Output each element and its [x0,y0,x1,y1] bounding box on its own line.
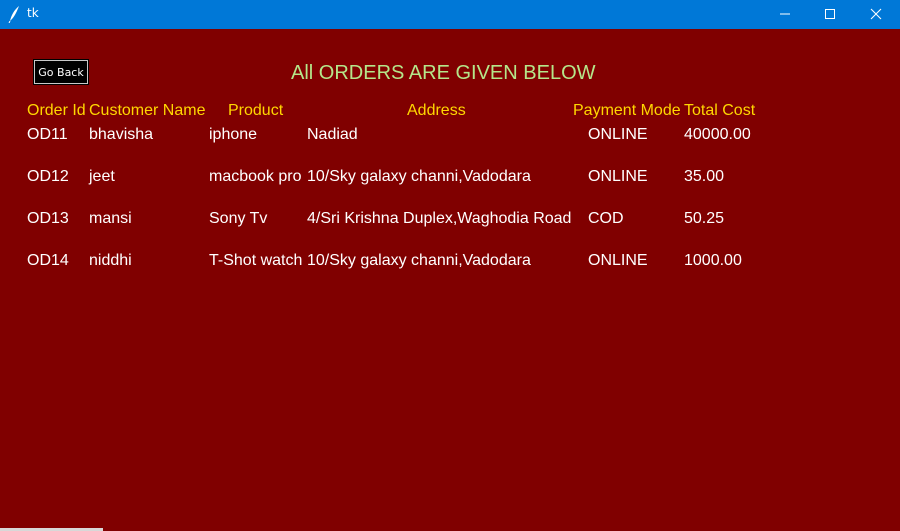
column-header-order-id: Order Id [27,102,86,119]
cell-order-id: OD14 [27,252,69,269]
cell-customer-name: bhavisha [89,126,154,143]
cell-total-cost: 35.00 [684,168,725,185]
cell-customer-name: jeet [89,168,115,185]
maximize-button[interactable] [807,0,853,29]
cell-payment-mode: ONLINE [588,252,648,269]
column-header-product: Product [228,102,284,119]
minimize-icon [780,13,790,15]
tk-feather-icon [7,5,21,24]
column-header-total-cost: Total Cost [684,102,756,119]
cell-address: Nadiad [307,126,358,143]
cell-product: macbook pro [209,168,302,185]
maximize-icon [825,9,835,19]
cell-customer-name: mansi [89,210,132,227]
close-icon [870,8,882,20]
cell-order-id: OD11 [27,126,68,143]
cell-product: iphone [209,126,258,143]
cell-payment-mode: COD [588,210,624,227]
cell-order-id: OD12 [27,168,69,185]
page-title: All ORDERS ARE GIVEN BELOW [291,62,596,84]
cell-total-cost: 1000.00 [684,252,742,269]
app-window: tk Go Back All ORDERS ARE GIVEN BELOW Or… [0,0,900,531]
column-header-customer-name: Customer Name [89,102,206,119]
cell-address: 10/Sky galaxy channi,Vadodara [307,252,531,269]
title-bar[interactable]: tk [0,0,900,29]
cell-order-id: OD13 [27,210,69,227]
cell-customer-name: niddhi [89,252,132,269]
cell-address: 4/Sri Krishna Duplex,Waghodia Road [307,210,572,227]
cell-payment-mode: ONLINE [588,168,648,185]
cell-total-cost: 40000.00 [684,126,751,143]
cell-payment-mode: ONLINE [588,126,648,143]
go-back-button[interactable]: Go Back [33,59,89,85]
column-header-address: Address [407,102,466,119]
minimize-button[interactable] [762,0,808,29]
close-button[interactable] [853,0,899,29]
column-header-payment-mode: Payment Mode [573,102,681,119]
window-title: tk [27,6,39,20]
cell-total-cost: 50.25 [684,210,725,227]
cell-product: T-Shot watch [209,252,303,269]
cell-address: 10/Sky galaxy channi,Vadodara [307,168,531,185]
cell-product: Sony Tv [209,210,268,227]
